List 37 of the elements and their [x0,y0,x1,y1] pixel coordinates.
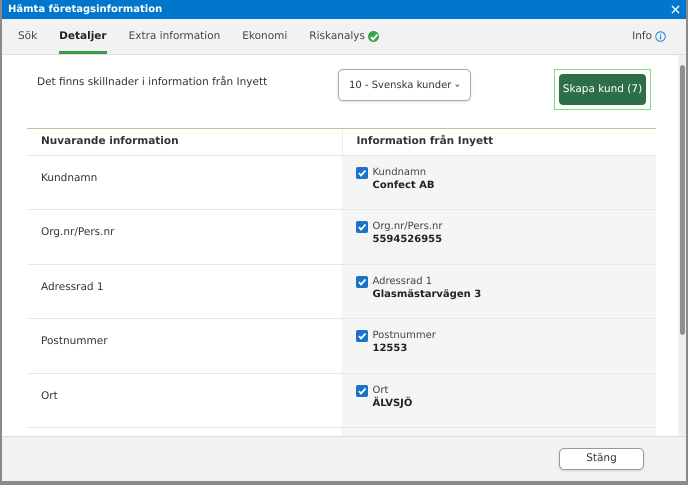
field-value: 12553 [372,342,408,356]
tab[interactable]: Riskanalys [309,19,379,54]
chevron-down-icon [455,82,460,88]
field-value: ÄLVSJÖ [372,396,412,410]
field-value: 5594526955 [372,233,442,246]
checkbox[interactable] [356,276,368,288]
window-title: Hämta företagsinformation [8,3,162,17]
info-icon [655,31,666,42]
tab[interactable]: Detaljer [59,19,107,54]
create-customer-button[interactable]: Skapa kund (7) [559,74,646,105]
scrollbar[interactable] [678,55,686,436]
tab[interactable]: Sök [18,19,38,54]
field-label: Adressrad 1 [372,274,434,288]
field-label: Org.nr/Pers.nr [372,220,442,234]
table-cell: Ort [41,390,58,402]
checkbox[interactable] [356,167,368,179]
close-button[interactable]: Stäng [559,448,644,470]
info-link[interactable]: Info [632,19,670,54]
customer-group-dropdown[interactable]: 10 - Svenska kunder [338,69,471,101]
field-label: Kundnamn [372,166,428,179]
field-label: Ort [372,384,390,396]
check-circle-icon [368,31,379,42]
column-header: Nuvarande information [27,129,342,156]
table-cell: Adressrad 1 [41,280,104,293]
field-value: Confect AB [372,179,435,192]
table-cell: Kundnamn [41,172,98,184]
checkbox[interactable] [356,384,368,397]
message-text: Det finns skillnader i information från Inyett [36,74,268,90]
close-icon[interactable] [671,5,680,14]
table-cell: Org.nr/Pers.nr [41,226,114,238]
field-label: Postnummer [372,329,436,342]
checkbox[interactable] [356,221,368,234]
tab[interactable]: Extra information [128,19,220,54]
field-value: Glasmästarvägen 3 [372,288,482,301]
tab[interactable]: Ekonomi [242,19,288,54]
table-cell: Postnummer [41,335,108,348]
checkbox[interactable] [356,330,368,342]
